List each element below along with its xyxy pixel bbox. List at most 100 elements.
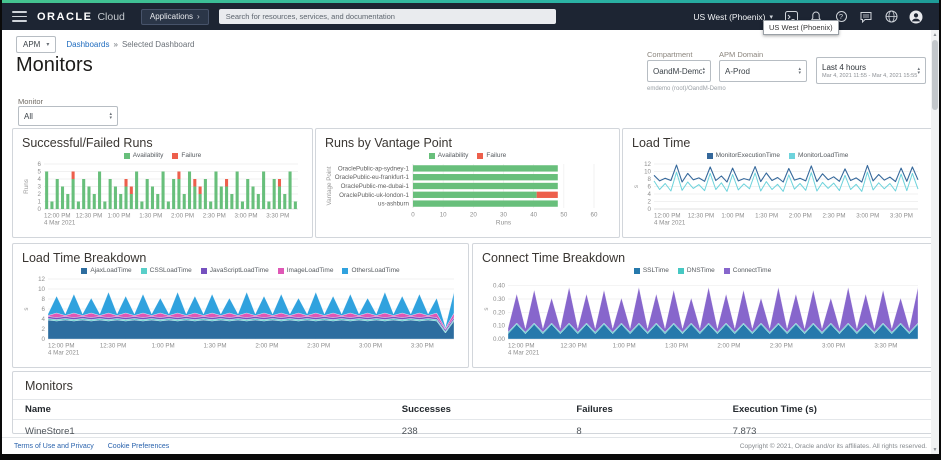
chart-legend: Availability Failure: [325, 150, 610, 161]
svg-text:s: s: [633, 185, 640, 188]
svg-text:2:30 PM: 2:30 PM: [203, 213, 226, 220]
svg-text:OraclePublic-me-dubai-1: OraclePublic-me-dubai-1: [341, 183, 410, 190]
chart-title: Connect Time Breakdown: [482, 251, 626, 265]
area-chart-canvas: 0 2 4 6 8 10 12 s 12:00 PM4 Mar 2021 12:30 PM 1:00…: [23, 276, 455, 357]
compartment-select[interactable]: OandM-Demo ▴ ▾: [647, 60, 711, 82]
svg-text:0.20: 0.20: [493, 309, 506, 316]
cookie-preferences-link[interactable]: Cookie Preferences: [108, 443, 169, 450]
svg-text:8: 8: [42, 296, 46, 303]
panel-load-time: Load Time MonitorExecutionTime MonitorLoa…: [622, 128, 933, 238]
svg-text:Vantage Point: Vantage Point: [326, 166, 333, 205]
svg-text:10: 10: [38, 286, 45, 293]
panel-load-time-breakdown: Load Time Breakdown AjaxLoadTime CSSLoadT…: [12, 243, 469, 368]
svg-text:Runs: Runs: [496, 220, 512, 227]
svg-text:OraclePublic-ap-sydney-1: OraclePublic-ap-sydney-1: [338, 165, 410, 172]
applications-button[interactable]: Applications ›: [140, 8, 209, 25]
line-chart-canvas: 024681012 s 12:00 PM4 Mar 202112:30 PM 1:00…: [633, 161, 919, 227]
region-label: US West (Phoenix): [693, 11, 766, 22]
svg-text:10: 10: [644, 169, 651, 176]
monitors-table-panel: Monitors Name Successes Failures Executi…: [12, 371, 933, 437]
svg-text:4 Mar 2021: 4 Mar 2021: [48, 350, 80, 357]
legend-swatch: [123, 152, 130, 159]
user-avatar-icon[interactable]: [909, 10, 923, 24]
svg-text:12:00 PM: 12:00 PM: [44, 213, 70, 220]
chart-legend: Availability Failure: [22, 150, 303, 161]
chart-legend: MonitorExecutionTime MonitorLoadTime: [632, 150, 923, 161]
svg-text:OraclePublic-uk-london-1: OraclePublic-uk-london-1: [339, 192, 409, 199]
svg-text:0.00: 0.00: [493, 336, 506, 343]
apm-domain-value: A-Prod: [725, 66, 750, 76]
vertical-scrollbar[interactable]: ▲ ▼: [931, 30, 939, 454]
globe-icon[interactable]: [884, 10, 898, 24]
svg-text:1:00 PM: 1:00 PM: [613, 343, 636, 350]
bottom-edge: [2, 454, 939, 457]
svg-text:0: 0: [648, 206, 652, 213]
column-header-execution-time: Execution Time (s): [720, 399, 932, 420]
logo-cloud-text: Cloud: [97, 10, 125, 23]
legend-label: DNSTime: [686, 267, 715, 274]
stepper-icon: ▴ ▾: [798, 66, 801, 76]
monitor-filter-select[interactable]: All ▴ ▾: [18, 106, 118, 126]
svg-text:0.10: 0.10: [493, 323, 506, 330]
region-selector[interactable]: US West (Phoenix) ▾: [693, 12, 773, 22]
menu-icon[interactable]: [12, 11, 27, 22]
stepper-icon: ▴ ▾: [109, 111, 112, 121]
svg-text:6: 6: [648, 184, 652, 191]
stepper-icon: ▴ ▾: [702, 66, 705, 76]
legend-item: AjaxLoadTime: [81, 267, 132, 274]
svg-text:2:00 PM: 2:00 PM: [255, 343, 278, 350]
svg-text:6: 6: [42, 306, 46, 313]
legend-item: MonitorLoadTime: [789, 152, 848, 159]
svg-text:1:00 PM: 1:00 PM: [152, 343, 175, 350]
svg-text:1:00 PM: 1:00 PM: [108, 213, 131, 220]
svg-text:1:00 PM: 1:00 PM: [721, 213, 744, 220]
terms-link[interactable]: Terms of Use and Privacy: [14, 443, 94, 450]
column-header-failures: Failures: [564, 399, 721, 420]
svg-text:4 Mar 2021: 4 Mar 2021: [44, 220, 76, 227]
svg-text:4 Mar 2021: 4 Mar 2021: [654, 220, 686, 227]
svg-text:12: 12: [644, 161, 651, 168]
scrollbar-thumb[interactable]: [932, 40, 938, 110]
legend-item: Availability: [428, 152, 469, 159]
legend-swatch: [677, 267, 684, 274]
svg-text:3:30 PM: 3:30 PM: [411, 343, 434, 350]
legend-label: Availability: [437, 152, 469, 159]
breadcrumb-link-dashboards[interactable]: Dashboards: [66, 40, 109, 49]
svg-text:12:00 PM: 12:00 PM: [48, 343, 74, 350]
svg-text:0.30: 0.30: [493, 296, 506, 303]
svg-text:2:30 PM: 2:30 PM: [770, 343, 793, 350]
time-range-detail: Mar 4, 2021 11:55 - Mar 4, 2021 15:55: [822, 72, 918, 79]
svg-text:3:30 PM: 3:30 PM: [874, 343, 897, 350]
svg-text:12:00 PM: 12:00 PM: [654, 213, 680, 220]
legend-item: Failure: [172, 152, 201, 159]
svg-text:2:00 PM: 2:00 PM: [789, 213, 812, 220]
time-range-select[interactable]: Last 4 hours Mar 4, 2021 11:55 - Mar 4, …: [816, 57, 926, 84]
monitor-filter-value: All: [24, 111, 33, 121]
legend-label: AjaxLoadTime: [90, 267, 132, 274]
page-title: Monitors: [16, 54, 93, 76]
breadcrumb-separator: »: [113, 40, 118, 49]
svg-text:5: 5: [38, 169, 42, 176]
apm-domain-select[interactable]: A-Prod ▴ ▾: [719, 60, 807, 82]
feedback-icon[interactable]: [859, 10, 873, 24]
legend-label: OthersLoadTime: [351, 267, 400, 274]
search-input[interactable]: [218, 9, 556, 24]
app-switcher-select[interactable]: APM ▾: [16, 36, 57, 53]
svg-text:2:00 PM: 2:00 PM: [171, 213, 194, 220]
column-header-successes: Successes: [389, 399, 565, 420]
chart-title: Runs by Vantage Point: [325, 136, 452, 150]
breadcrumb: APM ▾ Dashboards » Selected Dashboard: [16, 36, 194, 53]
legend-swatch: [140, 267, 147, 274]
svg-text:8: 8: [648, 176, 652, 183]
svg-text:s: s: [483, 307, 490, 310]
oracle-cloud-logo: ORACLE Cloud: [37, 11, 125, 23]
svg-text:us-ashburn: us-ashburn: [378, 201, 410, 208]
scroll-up-icon[interactable]: ▲: [931, 30, 939, 39]
legend-swatch: [633, 267, 640, 274]
legend-label: ImageLoadTime: [286, 267, 334, 274]
scroll-down-icon[interactable]: ▼: [931, 445, 939, 454]
compartment-label: Compartment: [647, 50, 693, 59]
legend-swatch: [81, 267, 88, 274]
svg-text:12: 12: [38, 276, 45, 283]
legend-label: MonitorExecutionTime: [715, 152, 781, 159]
